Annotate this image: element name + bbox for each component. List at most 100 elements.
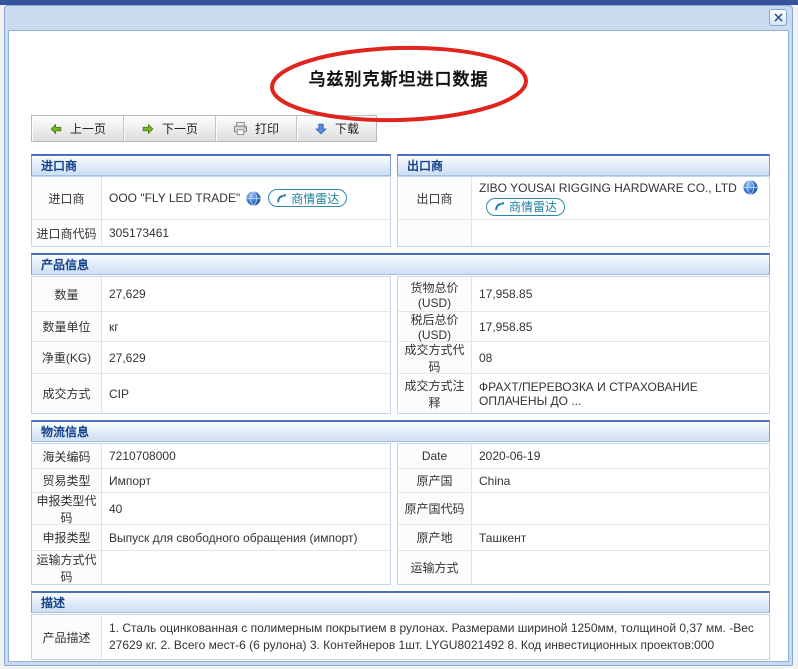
declaration-code-label: 申报类型代码: [32, 493, 102, 524]
trade-type-label: 贸易类型: [32, 469, 102, 492]
section-logistics: 物流信息 海关编码 7210708000 贸易类型 Импорт 申报类型代码: [31, 420, 770, 585]
table-row: 运输方式代码: [32, 550, 390, 584]
declaration-type-value: Выпуск для свободного обращения (импорт): [109, 531, 358, 545]
total-value: 17,958.85: [479, 287, 532, 301]
transport-code-label: 运输方式代码: [32, 551, 102, 584]
trade-type-value: Импорт: [109, 474, 151, 488]
table-row: 运输方式: [398, 550, 769, 584]
importer-label: 进口商: [32, 177, 102, 219]
title-area: 乌兹别克斯坦进口数据: [9, 47, 788, 105]
radar-icon: [276, 193, 287, 204]
prev-page-button[interactable]: 上一页: [32, 116, 124, 141]
importer-name: OOO "FLY LED TRADE": [109, 191, 240, 205]
table-row: 贸易类型 Импорт: [32, 468, 390, 492]
table-row: 原产国 China: [398, 468, 769, 492]
table-row: 净重(KG) 27,629: [32, 341, 390, 373]
logistics-left-table: 海关编码 7210708000 贸易类型 Импорт 申报类型代码 40: [31, 443, 391, 585]
incoterm-code-value: 08: [479, 351, 492, 365]
printer-icon: [233, 121, 248, 136]
importer-section-header: 进口商: [31, 154, 391, 176]
logistics-section-header: 物流信息: [31, 420, 770, 442]
globe-icon[interactable]: [743, 180, 758, 195]
quantity-label: 数量: [32, 277, 102, 311]
empty-label: [398, 220, 472, 246]
detail-content: 进口商 进口商 OOO "FLY LED TRADE": [31, 154, 770, 660]
business-radar-button[interactable]: 商情雷达: [268, 189, 347, 207]
table-row: 申报类型代码 40: [32, 492, 390, 524]
close-button[interactable]: [769, 9, 787, 26]
table-row: 申报类型 Выпуск для свободного обращения (им…: [32, 524, 390, 550]
next-page-label: 下一页: [162, 120, 198, 137]
table-row: 海关编码 7210708000: [32, 444, 390, 468]
dialog-body: 乌兹别克斯坦进口数据 上一页 下一页: [8, 30, 789, 662]
origin-place-label: 原产地: [398, 525, 472, 550]
importer-code-label: 进口商代码: [32, 220, 102, 246]
product-description-value: 1. Сталь оцинкованная с полимерным покры…: [109, 620, 762, 655]
arrow-left-icon: [49, 122, 63, 136]
radar-icon: [494, 201, 505, 212]
product-description-label: 产品描述: [32, 615, 102, 659]
origin-place-value: Ташкент: [479, 531, 526, 545]
page-title: 乌兹别克斯坦进口数据: [9, 65, 788, 90]
origin-country-label: 原产国: [398, 469, 472, 492]
table-row: 成交方式 CIP: [32, 373, 390, 413]
table-row: 税后总价 (USD) 17,958.85: [398, 311, 769, 341]
description-section-header: 描述: [31, 591, 770, 613]
net-weight-value: 27,629: [109, 351, 146, 365]
table-row: [398, 219, 769, 246]
net-weight-label: 净重(KG): [32, 342, 102, 373]
quantity-unit-label: 数量单位: [32, 312, 102, 341]
business-radar-button[interactable]: 商情雷达: [486, 198, 565, 216]
incoterm-note-value: ФРАХТ/ПЕРЕВОЗКА И СТРАХОВАНИЕ ОПЛАЧЕНЫ Д…: [479, 380, 762, 408]
declaration-type-label: 申报类型: [32, 525, 102, 550]
exporter-name: ZIBO YOUSAI RIGGING HARDWARE CO., LTD: [479, 181, 737, 195]
product-left-table: 数量 27,629 数量单位 кг 净重(KG) 27,629 成交方式: [31, 276, 391, 414]
transport-mode-label: 运输方式: [398, 551, 472, 584]
table-row: 数量单位 кг: [32, 311, 390, 341]
date-label: Date: [398, 444, 472, 468]
import-data-dialog: 乌兹别克斯坦进口数据 上一页 下一页: [4, 5, 793, 666]
origin-country-value: China: [479, 474, 510, 488]
hs-code-value: 7210708000: [109, 449, 176, 463]
exporter-label: 出口商: [398, 177, 472, 219]
product-right-table: 货物总价 (USD) 17,958.85 税后总价 (USD) 17,958.8…: [397, 276, 770, 414]
total-value-label: 货物总价 (USD): [398, 277, 472, 311]
arrow-right-icon: [141, 122, 155, 136]
incoterm-note-label: 成交方式注释: [398, 374, 472, 413]
incoterm-value: CIP: [109, 387, 129, 401]
exporter-table: 出口商 ZIBO YOUSAI RIGGING HARDWARE CO., LT…: [397, 176, 770, 247]
section-product: 产品信息 数量 27,629 数量单位 кг 净重(KG) 2: [31, 253, 770, 414]
prev-page-label: 上一页: [70, 120, 106, 137]
table-row: Date 2020-06-19: [398, 444, 769, 468]
description-table: 产品描述 1. Сталь оцинкованная с полимерным …: [31, 614, 770, 660]
table-row: 进口商 OOO "FLY LED TRADE": [32, 177, 390, 219]
quantity-unit-value: кг: [109, 320, 119, 334]
next-page-button[interactable]: 下一页: [124, 116, 216, 141]
table-row: 成交方式代码 08: [398, 341, 769, 373]
logistics-right-table: Date 2020-06-19 原产国 China 原产国代码 原产地: [397, 443, 770, 585]
incoterm-code-label: 成交方式代码: [398, 342, 472, 373]
importer-table: 进口商 OOO "FLY LED TRADE": [31, 176, 391, 247]
globe-icon[interactable]: [246, 191, 261, 206]
after-tax-label: 税后总价 (USD): [398, 312, 472, 341]
table-row: 出口商 ZIBO YOUSAI RIGGING HARDWARE CO., LT…: [398, 177, 769, 219]
section-parties: 进口商 进口商 OOO "FLY LED TRADE": [31, 154, 770, 247]
business-radar-label: 商情雷达: [291, 190, 339, 207]
hs-code-label: 海关编码: [32, 444, 102, 468]
table-row: 数量 27,629: [32, 277, 390, 311]
close-icon: [774, 13, 783, 22]
quantity-value: 27,629: [109, 287, 146, 301]
incoterm-label: 成交方式: [32, 374, 102, 413]
table-row: 原产地 Ташкент: [398, 524, 769, 550]
declaration-code-value: 40: [109, 502, 122, 516]
table-row: 成交方式注释 ФРАХТ/ПЕРЕВОЗКА И СТРАХОВАНИЕ ОПЛ…: [398, 373, 769, 413]
table-row: 进口商代码 305173461: [32, 219, 390, 246]
business-radar-label: 商情雷达: [509, 198, 557, 215]
exporter-section-header: 出口商: [397, 154, 770, 176]
table-row: 产品描述 1. Сталь оцинкованная с полимерным …: [32, 615, 769, 659]
table-row: 原产国代码: [398, 492, 769, 524]
table-row: 货物总价 (USD) 17,958.85: [398, 277, 769, 311]
date-value: 2020-06-19: [479, 449, 540, 463]
product-section-header: 产品信息: [31, 253, 770, 275]
importer-code-value: 305173461: [109, 226, 169, 240]
